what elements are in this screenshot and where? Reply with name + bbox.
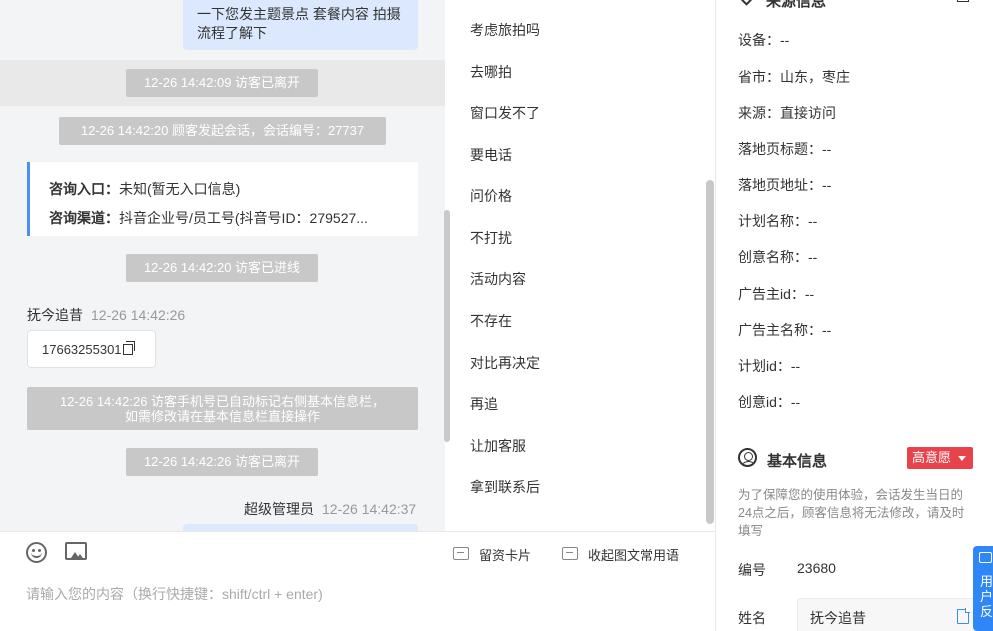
- source-row: 设备：--: [738, 32, 790, 48]
- phrase-item[interactable]: 对比再决定: [470, 353, 540, 373]
- copy-icon[interactable]: [122, 341, 135, 355]
- phrase-item[interactable]: 再追: [470, 394, 498, 414]
- source-row: 创意id：--: [738, 394, 801, 410]
- phone-number: 17663255301: [42, 342, 122, 357]
- source-row: 计划名称：--: [738, 213, 818, 229]
- lead-card-button[interactable]: 留资卡片: [479, 545, 531, 564]
- phrase-item[interactable]: 不存在: [470, 311, 512, 331]
- edit-notice: 为了保障您的使用体验，会话发生当日的24点之后，顾客信息将无法修改，请及时填写: [738, 488, 965, 538]
- id-label: 编号: [738, 562, 766, 578]
- phrase-scrollbar[interactable]: [706, 180, 714, 524]
- name-input[interactable]: 抚今追昔: [797, 598, 975, 631]
- chat-scrollbar[interactable]: [444, 210, 450, 442]
- visitor-phone-message[interactable]: 17663255301: [27, 330, 156, 368]
- phrase-item[interactable]: 问价格: [470, 186, 512, 206]
- id-value: 23680: [797, 560, 836, 576]
- phrase-item[interactable]: 不打扰: [470, 228, 512, 248]
- consult-info-card: 咨询入口：未知(暂无入口信息) 咨询渠道：抖音企业号/员工号(抖音号ID：279…: [27, 162, 418, 236]
- entry-label: 咨询入口：: [49, 181, 119, 197]
- caret-down-icon[interactable]: [958, 456, 966, 461]
- admin-name: 超级管理员: [244, 501, 314, 517]
- chat-icon[interactable]: [562, 547, 578, 560]
- admin-time: 12-26 14:42:37: [322, 501, 417, 517]
- agent-message-bubble: [183, 524, 418, 531]
- visitor-time: 12-26 14:42:26: [91, 307, 186, 323]
- phrase-item[interactable]: 活动内容: [470, 269, 526, 289]
- source-row: 省市：山东，枣庄: [738, 69, 850, 85]
- channel-value: 抖音企业号/员工号(抖音号ID：279527...: [119, 210, 368, 226]
- phrase-item[interactable]: 让加客服: [470, 436, 526, 456]
- system-message-line: 12-26 14:42:26 访客手机号已自动标记右侧基本信息栏，: [59, 394, 386, 409]
- user-icon: [738, 448, 757, 467]
- system-message: 12-26 14:42:26 访客已离开: [126, 448, 318, 476]
- document-icon[interactable]: [957, 608, 970, 624]
- collapse-phrases-button[interactable]: 收起图文常用语: [588, 545, 679, 564]
- image-icon[interactable]: [65, 542, 87, 560]
- visitor-sender: 抚今追昔 12-26 14:42:26: [27, 305, 185, 325]
- message-input[interactable]: 请输入您的内容（换行快捷键：shift/ctrl + enter): [26, 584, 323, 604]
- card-icon[interactable]: [453, 547, 469, 560]
- system-message: 12-26 14:42:26 访客手机号已自动标记右侧基本信息栏， 如需修改请在…: [27, 387, 418, 430]
- source-row: 来源：直接访问: [738, 105, 836, 121]
- phrase-item[interactable]: 要电话: [470, 145, 512, 165]
- system-message: 12-26 14:42:20 顾客发起会话，会话编号：27737: [59, 117, 386, 145]
- chat-messages[interactable]: 一下您发主题景点 套餐内容 拍摄流程了解下 12-26 14:42:09 访客已…: [0, 0, 445, 531]
- phrase-item[interactable]: 去哪拍: [470, 62, 512, 82]
- edit-icon[interactable]: [957, 0, 969, 2]
- quick-phrase-list: 考虑旅拍吗 去哪拍 窗口发不了 要电话 问价格 不打扰 活动内容 不存在 对比再…: [452, 0, 715, 531]
- source-row: 创意名称：--: [738, 249, 818, 265]
- source-info-title: 来源信息: [766, 0, 827, 10]
- visitor-name: 抚今追昔: [27, 307, 83, 323]
- system-message: 12-26 14:42:09 访客已离开: [126, 69, 318, 97]
- agent-message-bubble: 一下您发主题景点 套餐内容 拍摄流程了解下: [183, 0, 418, 50]
- source-row: 广告主id：--: [738, 286, 815, 302]
- channel-label: 咨询渠道：: [49, 210, 119, 226]
- phrase-item[interactable]: 窗口发不了: [470, 103, 540, 123]
- name-label: 姓名: [738, 610, 766, 626]
- phrase-item[interactable]: 考虑旅拍吗: [470, 20, 540, 40]
- system-message: 12-26 14:42:20 访客已进线: [126, 254, 318, 282]
- phrase-item[interactable]: 拿到联系后: [470, 477, 540, 497]
- system-message-line: 如需修改请在基本信息栏直接操作: [124, 409, 320, 424]
- feedback-label: 用户反: [980, 574, 993, 619]
- admin-sender: 超级管理员 12-26 14:42:37: [244, 499, 416, 519]
- feedback-icon: [979, 552, 992, 563]
- basic-info-title: 基本信息: [767, 453, 828, 470]
- entry-value: 未知(暂无入口信息): [119, 181, 241, 197]
- source-row: 广告主名称：--: [738, 322, 832, 338]
- source-row: 落地页地址：--: [738, 177, 832, 193]
- source-row: 落地页标题：--: [738, 141, 832, 157]
- source-row: 计划id：--: [738, 358, 801, 374]
